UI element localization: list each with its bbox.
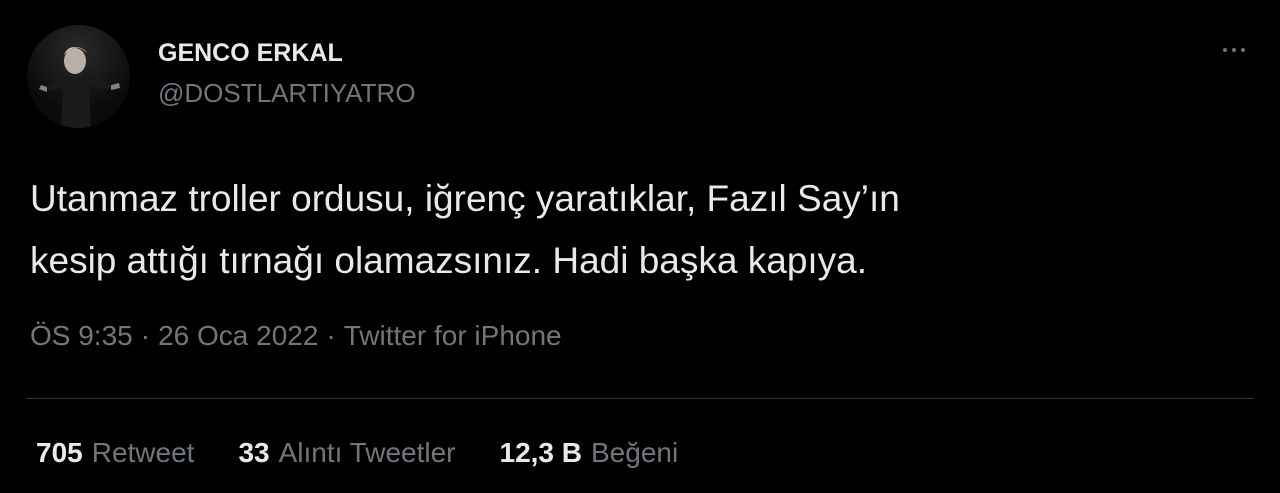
meta-separator: · bbox=[326, 320, 336, 351]
more-horizontal-icon-dot bbox=[1241, 48, 1245, 52]
tweet-stats: 705 Retweet 33 Alıntı Tweetler 12,3 B Be… bbox=[36, 437, 678, 469]
likes-count: 12,3 B bbox=[499, 437, 583, 468]
retweets-count: 705 bbox=[36, 437, 83, 468]
more-options-button[interactable] bbox=[1210, 34, 1258, 66]
quote-tweets-label: Alıntı Tweetler bbox=[278, 437, 456, 468]
quote-tweets-stat[interactable]: 33 Alıntı Tweetler bbox=[238, 437, 455, 469]
tweet-source-link[interactable]: Twitter for iPhone bbox=[344, 320, 562, 351]
more-horizontal-icon bbox=[1223, 48, 1227, 52]
tweet-date[interactable]: 26 Oca 2022 bbox=[158, 320, 318, 351]
quote-tweets-count: 33 bbox=[238, 437, 270, 468]
author-display-name[interactable]: GENCO ERKAL bbox=[158, 39, 343, 68]
tweet-text-line: Utanmaz troller ordusu, iğrenç yaratıkla… bbox=[30, 178, 900, 219]
author-avatar[interactable] bbox=[27, 25, 130, 128]
likes-label: Beğeni bbox=[591, 437, 679, 468]
divider bbox=[26, 398, 1254, 399]
tweet-time[interactable]: ÖS 9:35 bbox=[30, 320, 133, 351]
tweet-text-line: kesip attığı tırnağı olamazsınız. Hadi b… bbox=[30, 240, 868, 281]
tweet-text: Utanmaz troller ordusu, iğrenç yaratıkla… bbox=[30, 168, 1250, 292]
likes-stat[interactable]: 12,3 B Beğeni bbox=[500, 437, 679, 469]
tweet-meta: ÖS 9:35 · 26 Oca 2022 · Twitter for iPhone bbox=[30, 320, 562, 352]
author-handle[interactable]: @DOSTLARTIYATRO bbox=[158, 78, 416, 109]
retweets-label: Retweet bbox=[91, 437, 195, 468]
avatar-image bbox=[27, 25, 130, 128]
more-horizontal-icon-dot bbox=[1232, 48, 1236, 52]
meta-separator: · bbox=[140, 320, 151, 351]
retweets-stat[interactable]: 705 Retweet bbox=[36, 437, 194, 469]
